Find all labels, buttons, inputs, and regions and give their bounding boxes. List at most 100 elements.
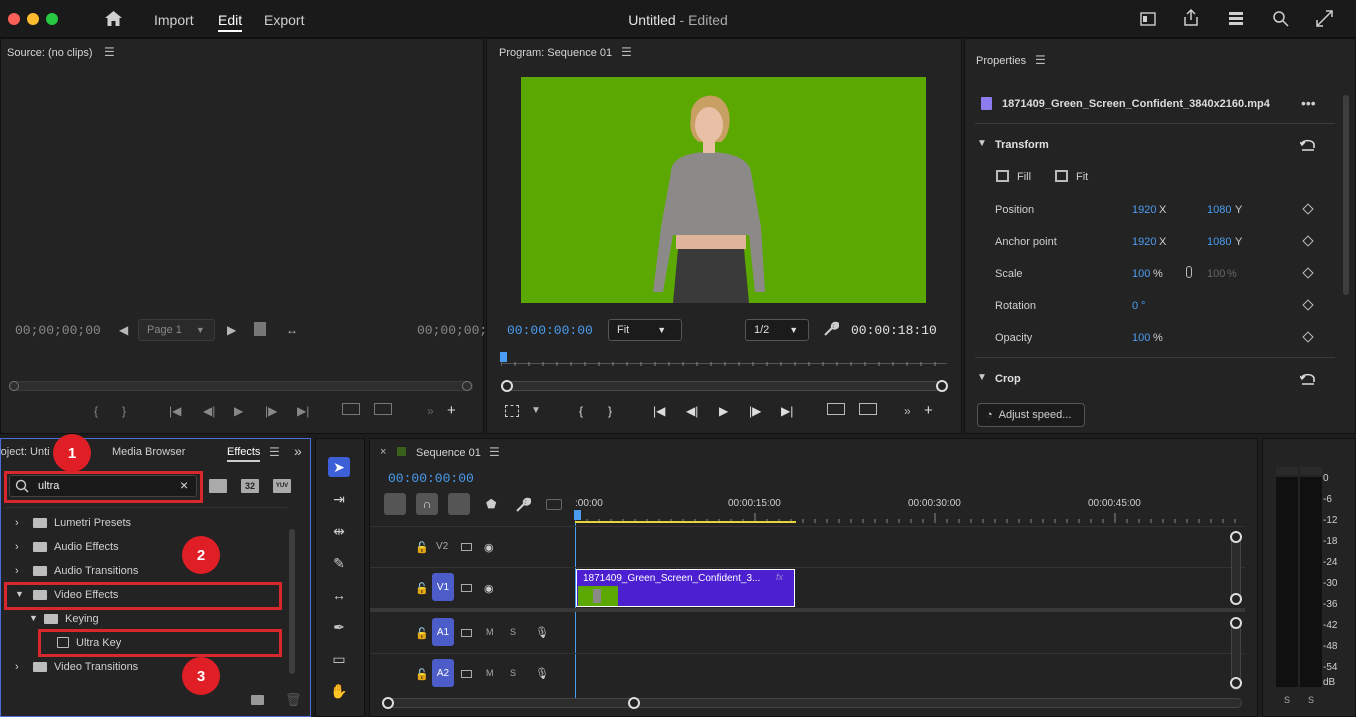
insert-icon[interactable] bbox=[342, 403, 360, 415]
new-bin-icon[interactable] bbox=[251, 695, 264, 705]
rectangle-tool-icon[interactable]: ▭ bbox=[328, 649, 350, 669]
transform-section-title[interactable]: Transform bbox=[995, 139, 1049, 151]
yuv-effects-icon[interactable]: YUV bbox=[273, 479, 291, 493]
scale-value[interactable]: 100 bbox=[1132, 268, 1150, 280]
scale-keyframe-icon[interactable] bbox=[1302, 267, 1314, 279]
slip-tool-icon[interactable]: ↔ bbox=[328, 585, 350, 605]
crop-chevron-icon[interactable]: ▼ bbox=[977, 372, 987, 383]
project-tab[interactable]: roject: Unti bbox=[0, 446, 50, 458]
anchor-keyframe-icon[interactable] bbox=[1302, 235, 1314, 247]
tree-ultra-key[interactable]: Ultra Key bbox=[76, 637, 121, 649]
expand-chevron-icon[interactable]: › bbox=[15, 541, 19, 553]
program-play-icon[interactable]: ▶ bbox=[719, 405, 728, 417]
timeline-tc[interactable]: 00:00:00:00 bbox=[388, 471, 474, 486]
program-go-to-in-icon[interactable]: |◀ bbox=[653, 405, 665, 417]
anchor-x-value[interactable]: 1920 bbox=[1132, 236, 1156, 248]
tree-audio-transitions[interactable]: Audio Transitions bbox=[54, 565, 138, 577]
mute-a2-button[interactable]: M bbox=[486, 668, 494, 678]
position-keyframe-icon[interactable] bbox=[1302, 203, 1314, 215]
overwrite-icon[interactable] bbox=[374, 403, 392, 415]
chevron-down-icon[interactable]: ▼ bbox=[531, 406, 541, 416]
tree-video-transitions[interactable]: Video Transitions bbox=[54, 661, 138, 673]
more-options-icon[interactable]: ↔ bbox=[286, 324, 298, 336]
program-go-to-out-icon[interactable]: ▶| bbox=[781, 405, 793, 417]
next-page-icon[interactable]: ▶ bbox=[227, 324, 236, 336]
crop-section-title[interactable]: Crop bbox=[995, 373, 1021, 385]
trash-icon[interactable]: 🗑 bbox=[285, 692, 302, 708]
step-forward-icon[interactable]: |▶ bbox=[265, 405, 277, 417]
sync-lock-icon[interactable] bbox=[461, 584, 472, 592]
share-icon[interactable] bbox=[1183, 9, 1199, 27]
zoom-fit-select[interactable]: Fit ▼ bbox=[608, 319, 682, 341]
program-add-button-icon[interactable]: + bbox=[924, 403, 933, 418]
program-step-forward-icon[interactable]: |▶ bbox=[749, 405, 761, 417]
reset-transform-icon[interactable] bbox=[1300, 138, 1316, 152]
video-frame[interactable] bbox=[521, 77, 926, 303]
lock-icon[interactable]: 🔓 bbox=[415, 582, 429, 595]
timeline-menu-icon[interactable]: ☰ bbox=[489, 445, 500, 459]
tree-audio-effects[interactable]: Audio Effects bbox=[54, 541, 119, 553]
reset-crop-icon[interactable] bbox=[1300, 372, 1316, 386]
fit-label[interactable]: Fit bbox=[1076, 171, 1088, 183]
timeline-zoom-bar[interactable] bbox=[382, 698, 1242, 708]
clear-search-icon[interactable]: × bbox=[180, 477, 188, 493]
position-x-value[interactable]: 1920 bbox=[1132, 204, 1156, 216]
more-options-icon[interactable]: ••• bbox=[1301, 95, 1316, 111]
marker-icon[interactable]: ⬟ bbox=[486, 497, 496, 511]
fill-label[interactable]: Fill bbox=[1017, 171, 1031, 183]
timeline-zoom-handle-right[interactable] bbox=[628, 697, 640, 709]
workspace-icon[interactable] bbox=[1140, 12, 1156, 26]
lift-icon[interactable] bbox=[827, 403, 845, 415]
collapse-chevron-icon[interactable]: ▼ bbox=[29, 613, 38, 623]
source-scrollbar[interactable] bbox=[9, 381, 473, 391]
position-y-value[interactable]: 1080 bbox=[1207, 204, 1231, 216]
progress-dashboard-icon[interactable] bbox=[1228, 11, 1244, 26]
sync-lock-icon[interactable] bbox=[461, 629, 472, 637]
source-menu-icon[interactable]: ☰ bbox=[104, 45, 115, 59]
sync-lock-icon[interactable] bbox=[461, 543, 472, 551]
extract-icon[interactable] bbox=[859, 403, 877, 415]
program-expand-icon[interactable]: » bbox=[904, 405, 911, 417]
work-area-bar[interactable] bbox=[575, 521, 796, 523]
program-step-back-icon[interactable]: ◀| bbox=[686, 405, 698, 417]
mark-out-icon[interactable]: } bbox=[122, 405, 126, 417]
opacity-value[interactable]: 100 bbox=[1132, 332, 1150, 344]
program-tc-current[interactable]: 00:00:00:00 bbox=[507, 323, 593, 338]
properties-scrollbar[interactable] bbox=[1343, 95, 1349, 295]
search-input[interactable]: ultra bbox=[38, 480, 59, 492]
audio-scroll-handle-bottom[interactable] bbox=[1230, 677, 1242, 689]
eye-icon[interactable]: ◉ bbox=[484, 541, 494, 554]
rotation-value[interactable]: 0 bbox=[1132, 300, 1138, 312]
expand-chevron-icon[interactable]: › bbox=[15, 565, 19, 577]
solo-a2-button[interactable]: S bbox=[510, 668, 516, 678]
eye-icon[interactable]: ◉ bbox=[484, 582, 494, 595]
track-v2-label[interactable]: V2 bbox=[436, 541, 448, 552]
video-scroll-handle-top[interactable] bbox=[1230, 531, 1242, 543]
overflow-tabs-icon[interactable]: » bbox=[294, 443, 302, 459]
source-scroll-handle-left[interactable] bbox=[9, 381, 19, 391]
pen-tool-icon[interactable]: ✒ bbox=[328, 617, 350, 637]
program-mark-out-icon[interactable]: } bbox=[608, 405, 612, 417]
tree-lumetri-presets[interactable]: Lumetri Presets bbox=[54, 517, 131, 529]
opacity-keyframe-icon[interactable] bbox=[1302, 331, 1314, 343]
media-browser-tab[interactable]: Media Browser bbox=[112, 446, 185, 458]
32bit-effects-icon[interactable]: 32 bbox=[241, 479, 259, 493]
solo-left-button[interactable]: S bbox=[1284, 695, 1290, 705]
expand-icon[interactable]: » bbox=[427, 405, 434, 417]
transform-chevron-icon[interactable]: ▼ bbox=[977, 138, 987, 149]
fill-icon[interactable] bbox=[996, 170, 1009, 182]
page-select[interactable]: Page 1 ▼ bbox=[138, 319, 215, 341]
program-menu-icon[interactable]: ☰ bbox=[621, 45, 632, 59]
mark-in-icon[interactable]: { bbox=[94, 405, 98, 417]
effects-menu-icon[interactable]: ☰ bbox=[269, 445, 280, 459]
effects-scrollbar[interactable] bbox=[289, 529, 295, 674]
mute-a1-button[interactable]: M bbox=[486, 627, 494, 637]
nest-toggle-icon[interactable] bbox=[384, 493, 406, 515]
play-icon[interactable]: ▶ bbox=[234, 405, 243, 417]
microphone-icon[interactable]: 🎙 bbox=[535, 626, 549, 639]
grid-icon[interactable] bbox=[254, 322, 266, 336]
close-sequence-icon[interactable]: × bbox=[380, 446, 386, 458]
program-zoom-handle-right[interactable] bbox=[936, 380, 948, 392]
timeline-clip[interactable]: 1871409_Green_Screen_Confident_3... fx bbox=[576, 569, 795, 607]
solo-right-button[interactable]: S bbox=[1308, 695, 1314, 705]
